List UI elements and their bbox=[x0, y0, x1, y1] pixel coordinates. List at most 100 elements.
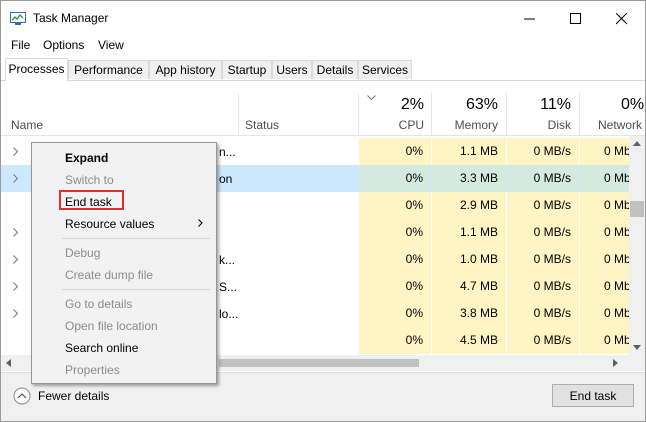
disk-cell: 0 MB/s bbox=[507, 219, 579, 246]
cpu-cell: 0% bbox=[359, 219, 431, 246]
minimize-icon bbox=[524, 18, 535, 20]
vertical-scroll-thumb[interactable] bbox=[630, 201, 644, 217]
memory-cell: 2.9 MB bbox=[432, 192, 506, 219]
disk-cell: 0 MB/s bbox=[507, 327, 579, 354]
maximize-button[interactable] bbox=[553, 1, 599, 35]
task-manager-window: Task Manager File Options View Processes… bbox=[0, 0, 646, 422]
expand-chevron-icon[interactable] bbox=[13, 255, 19, 264]
network-cell: 0 Mb bbox=[580, 138, 629, 165]
tab-users[interactable]: Users bbox=[272, 60, 312, 79]
fewer-details-link[interactable]: Fewer details bbox=[38, 389, 109, 403]
process-name: S... bbox=[219, 280, 238, 294]
network-total-percent: 0% bbox=[621, 96, 645, 113]
scroll-right-arrow-icon[interactable] bbox=[613, 359, 618, 367]
process-name: k... bbox=[219, 253, 236, 267]
menu-item-search-online[interactable]: Search online bbox=[65, 341, 138, 355]
close-icon bbox=[616, 13, 628, 25]
column-header-memory[interactable]: Memory bbox=[432, 118, 498, 132]
cpu-cell: 0% bbox=[359, 165, 431, 192]
tab-services[interactable]: Services bbox=[358, 60, 412, 79]
disk-cell: 0 MB/s bbox=[507, 246, 579, 273]
tab-processes[interactable]: Processes bbox=[5, 58, 68, 81]
task-manager-app-icon bbox=[10, 12, 26, 25]
tab-app-history[interactable]: App history bbox=[149, 60, 222, 79]
scroll-down-arrow-icon[interactable] bbox=[633, 345, 641, 350]
column-separator bbox=[238, 93, 239, 135]
column-header-status[interactable]: Status bbox=[245, 118, 279, 132]
cpu-cell: 0% bbox=[359, 300, 431, 327]
disk-cell: 0 MB/s bbox=[507, 138, 579, 165]
disk-cell: 0 MB/s bbox=[507, 192, 579, 219]
window-title: Task Manager bbox=[33, 11, 109, 25]
cpu-cell: 0% bbox=[359, 327, 431, 354]
scroll-up-arrow-icon[interactable] bbox=[633, 141, 641, 146]
menu-view[interactable]: View bbox=[98, 38, 124, 52]
process-name: n... bbox=[219, 145, 236, 159]
column-header-cpu[interactable]: CPU bbox=[359, 118, 424, 132]
expand-chevron-icon[interactable] bbox=[13, 309, 19, 318]
menu-item-resource-values[interactable]: Resource values bbox=[65, 217, 154, 231]
vertical-scrollbar[interactable] bbox=[629, 136, 645, 355]
column-header-network[interactable]: Network bbox=[580, 118, 645, 132]
submenu-arrow-icon bbox=[198, 219, 203, 227]
end-task-button[interactable]: End task bbox=[552, 384, 634, 407]
close-button[interactable] bbox=[599, 1, 645, 35]
network-cell: 0 Mb bbox=[580, 327, 629, 354]
column-header-name[interactable]: Name bbox=[11, 118, 43, 132]
tab-strip: Processes Performance App history Startu… bbox=[1, 58, 645, 81]
disk-cell: 0 MB/s bbox=[507, 300, 579, 327]
cpu-cell: 0% bbox=[359, 192, 431, 219]
memory-total-percent: 63% bbox=[465, 96, 498, 113]
menu-separator bbox=[62, 289, 210, 290]
minimize-button[interactable] bbox=[507, 1, 553, 35]
menu-bar: File Options View bbox=[1, 35, 645, 55]
network-cell: 0 Mb bbox=[580, 192, 629, 219]
fewer-details-chevron-icon[interactable] bbox=[13, 387, 31, 405]
memory-cell: 1.1 MB bbox=[432, 138, 506, 165]
expand-chevron-icon[interactable] bbox=[13, 282, 19, 291]
maximize-icon bbox=[570, 13, 581, 24]
menu-item-go-to-details: Go to details bbox=[65, 297, 133, 311]
menu-item-properties: Properties bbox=[65, 363, 120, 377]
memory-cell: 3.3 MB bbox=[432, 165, 506, 192]
memory-cell: 1.0 MB bbox=[432, 246, 506, 273]
menu-item-debug: Debug bbox=[65, 246, 101, 260]
disk-total-percent: 11% bbox=[540, 96, 571, 113]
menu-item-open-file-location: Open file location bbox=[65, 319, 158, 333]
header-divider bbox=[1, 135, 645, 136]
memory-cell: 4.5 MB bbox=[432, 327, 506, 354]
memory-cell: 3.8 MB bbox=[432, 300, 506, 327]
network-cell: 0 Mb bbox=[580, 273, 629, 300]
network-cell: 0 Mb bbox=[580, 300, 629, 327]
tab-details[interactable]: Details bbox=[312, 60, 358, 79]
horizontal-scroll-thumb[interactable] bbox=[219, 359, 419, 367]
expand-chevron-icon[interactable] bbox=[13, 174, 19, 183]
network-cell: 0 Mb bbox=[580, 246, 629, 273]
memory-cell: 1.1 MB bbox=[432, 219, 506, 246]
menu-options[interactable]: Options bbox=[43, 38, 84, 52]
network-cell: 0 Mb bbox=[580, 165, 629, 192]
process-name: on bbox=[219, 172, 233, 186]
process-name: lo... bbox=[219, 307, 239, 321]
expand-chevron-icon[interactable] bbox=[13, 147, 19, 156]
disk-cell: 0 MB/s bbox=[507, 165, 579, 192]
title-bar: Task Manager bbox=[1, 1, 645, 35]
context-menu: Expand Switch to End task Resource value… bbox=[31, 142, 217, 384]
network-cell: 0 Mb bbox=[580, 219, 629, 246]
menu-file[interactable]: File bbox=[11, 38, 30, 52]
cpu-cell: 0% bbox=[359, 246, 431, 273]
menu-item-expand[interactable]: Expand bbox=[65, 151, 108, 165]
menu-item-create-dump-file: Create dump file bbox=[65, 268, 154, 282]
column-header-disk[interactable]: Disk bbox=[507, 118, 571, 132]
scroll-left-arrow-icon[interactable] bbox=[6, 359, 11, 367]
tab-startup[interactable]: Startup bbox=[222, 60, 272, 79]
disk-cell: 0 MB/s bbox=[507, 273, 579, 300]
memory-cell: 4.7 MB bbox=[432, 273, 506, 300]
tab-performance[interactable]: Performance bbox=[68, 60, 149, 79]
cpu-cell: 0% bbox=[359, 273, 431, 300]
menu-separator bbox=[62, 238, 210, 239]
scrollbar-corner bbox=[629, 355, 645, 371]
cpu-cell: 0% bbox=[359, 138, 431, 165]
expand-chevron-icon[interactable] bbox=[13, 228, 19, 237]
end-task-highlight-box bbox=[59, 190, 124, 210]
